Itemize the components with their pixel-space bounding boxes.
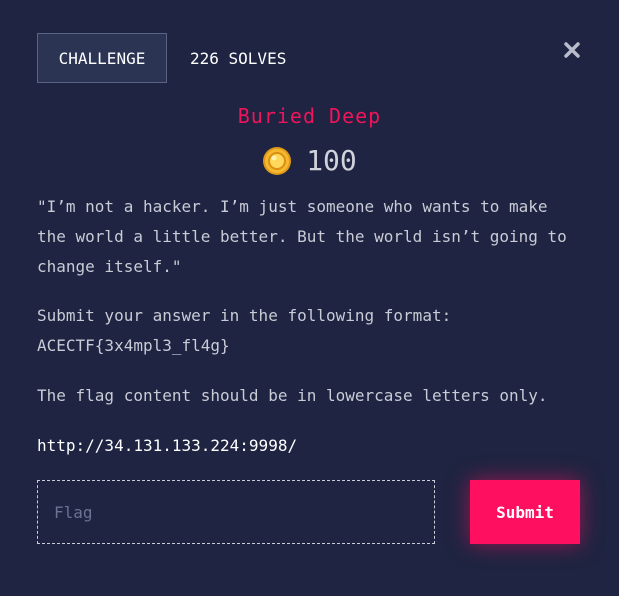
challenge-modal: CHALLENGE 226 SOLVES Buried Deep 100 "I’… <box>0 0 619 596</box>
challenge-title: Buried Deep <box>237 104 382 128</box>
tab-solves[interactable]: 226 SOLVES <box>178 33 298 83</box>
points-value: 100 <box>306 144 357 177</box>
submit-button[interactable]: Submit <box>470 480 580 544</box>
description-note: The flag content should be in lowercase … <box>37 386 548 405</box>
close-button[interactable] <box>562 40 582 60</box>
close-icon <box>564 42 580 58</box>
challenge-url[interactable]: http://34.131.133.224:9998/ <box>37 431 582 461</box>
description-quote: "I’m not a hacker. I’m just someone who … <box>37 197 567 276</box>
tab-challenge[interactable]: CHALLENGE <box>37 33 167 83</box>
coin-icon <box>263 146 292 175</box>
description-format: Submit your answer in the following form… <box>37 306 452 355</box>
points-row: 100 <box>0 144 619 177</box>
flag-input[interactable] <box>37 480 435 544</box>
